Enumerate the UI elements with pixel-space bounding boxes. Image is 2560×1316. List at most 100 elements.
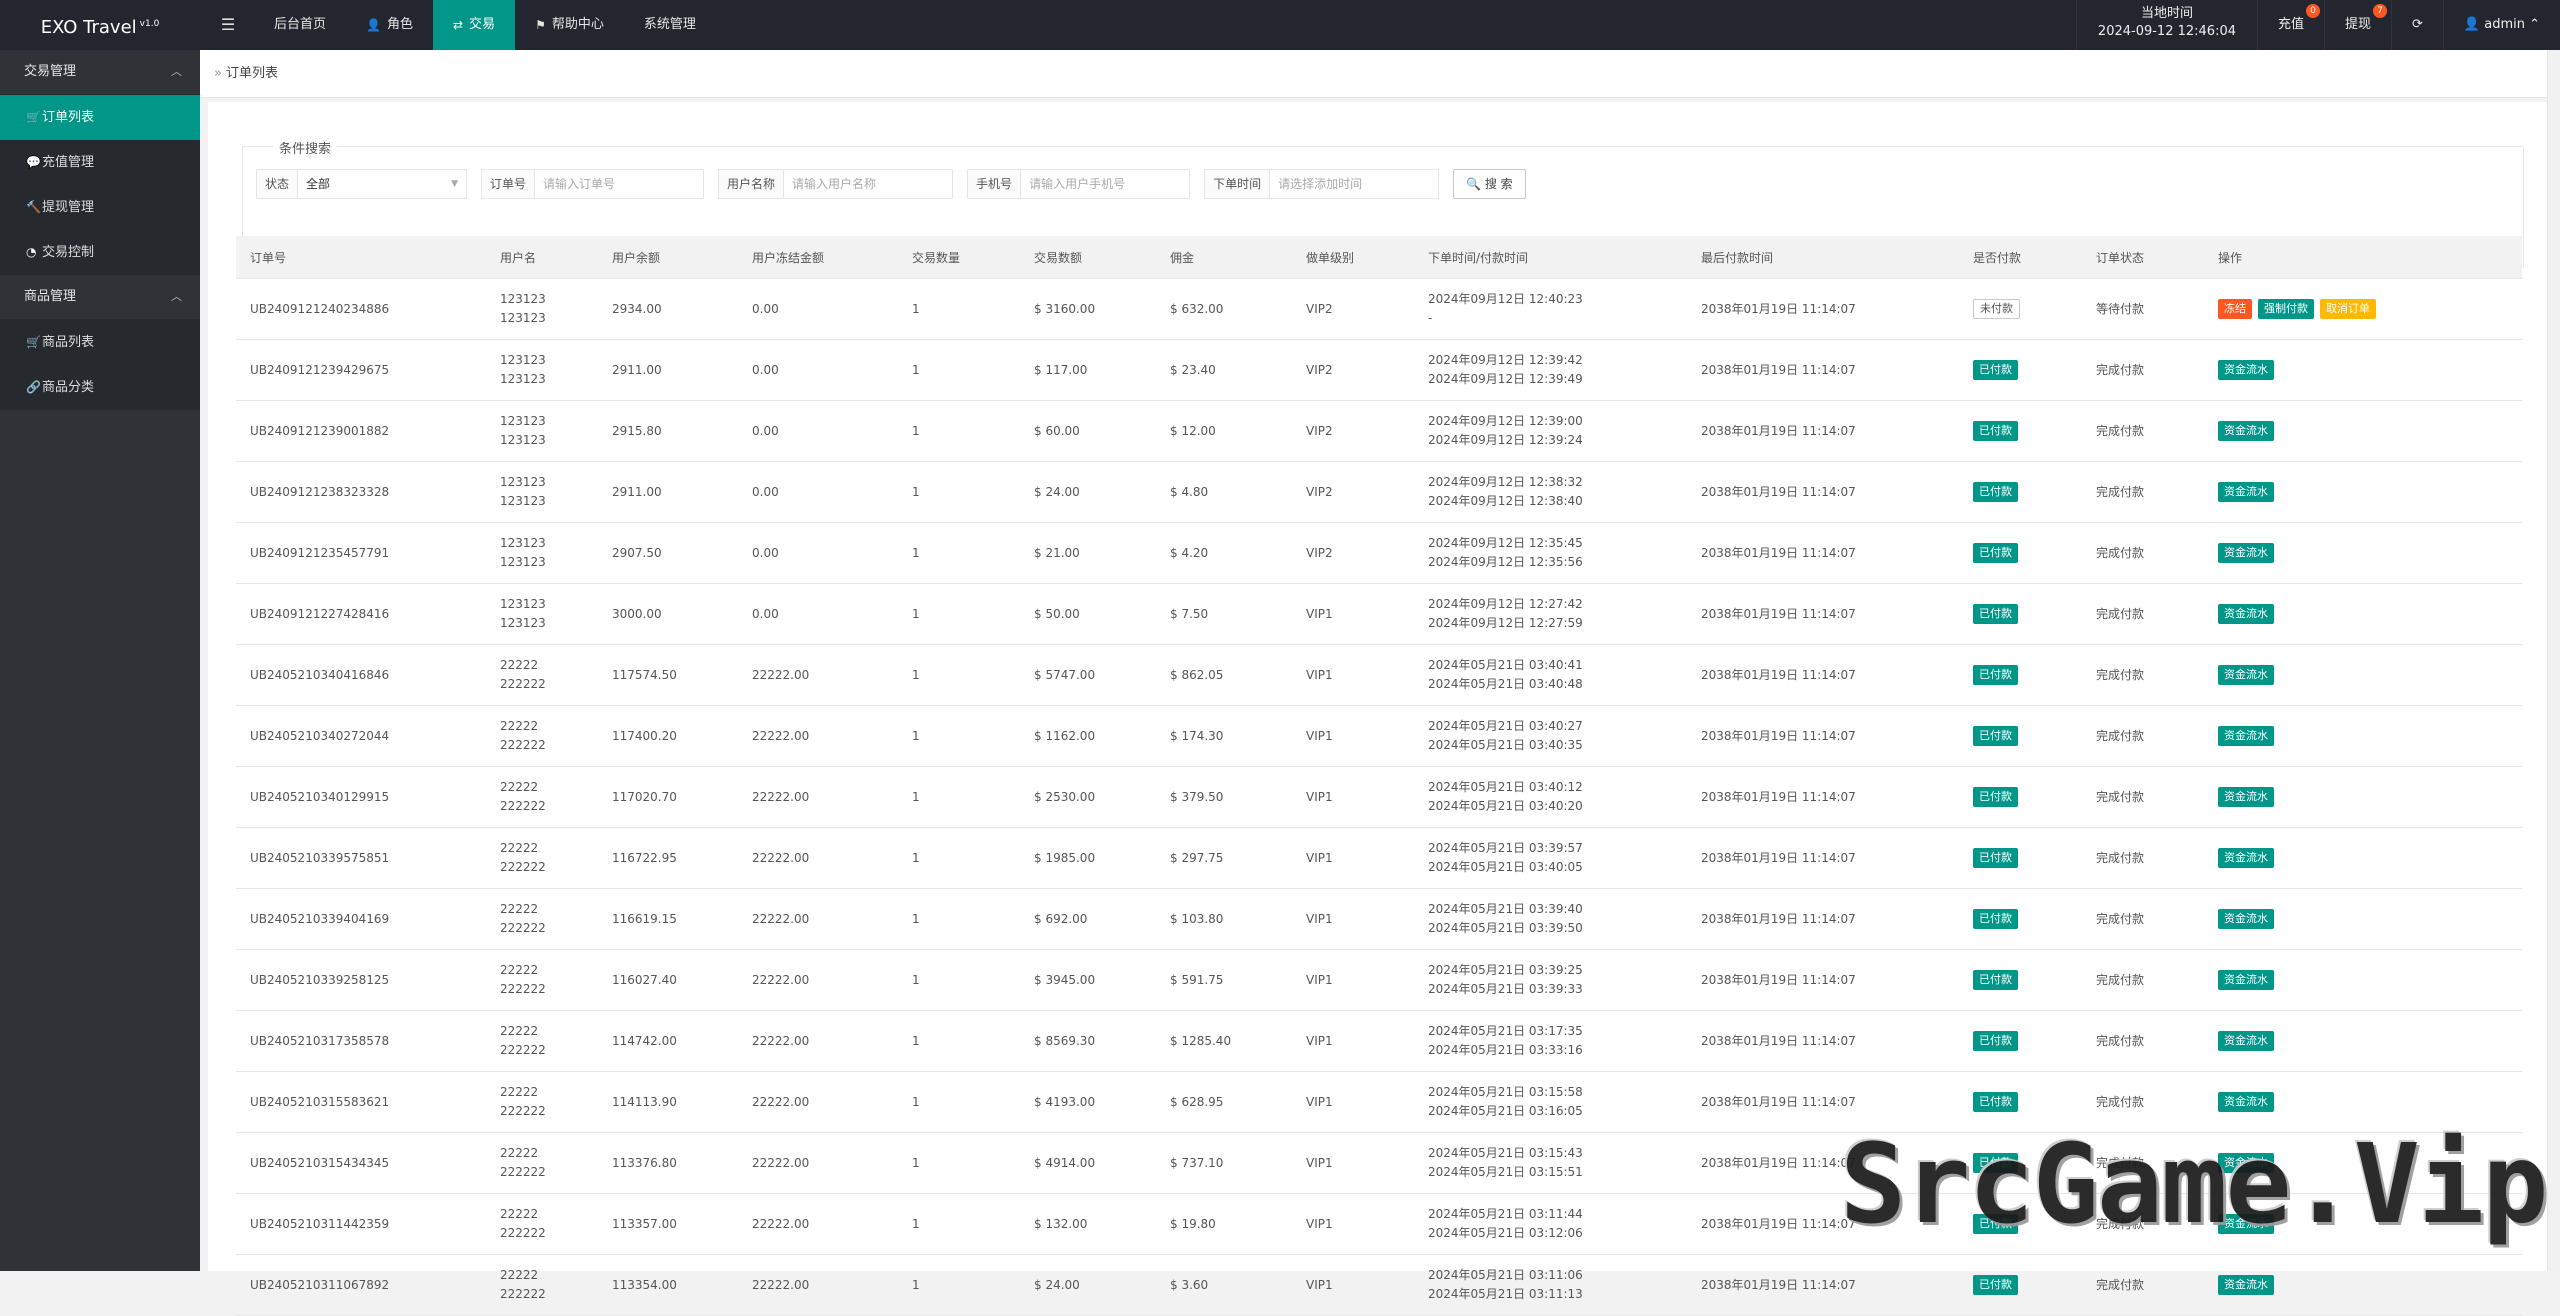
nav-help[interactable]: ⚑ 帮助中心 (515, 0, 624, 50)
table-row: UB2405210340416846 22222 222222 117574.50… (236, 644, 2522, 706)
commission: $ 7.50 (1156, 583, 1292, 645)
force-pay-button[interactable]: 强制付款 (2258, 299, 2314, 319)
freeze-button[interactable]: 冻结 (2218, 299, 2252, 319)
search-button[interactable]: 🔍 搜 索 (1453, 169, 1526, 199)
item-label: 商品分类 (42, 380, 95, 395)
status-select[interactable]: 全部 ▼ (298, 170, 466, 198)
order-input[interactable]: 请输入订单号 (535, 170, 703, 198)
fund-flow-button[interactable]: 资金流水 (2218, 1031, 2274, 1051)
username: 22222 222222 (486, 1132, 598, 1194)
last-pay-time: 2038年01月19日 11:14:07 (1687, 949, 1959, 1011)
recharge-badge: 0 (2305, 4, 2320, 18)
username-line1: 22222 (500, 1146, 539, 1160)
order-status: 完成付款 (2082, 339, 2204, 401)
fund-flow-button[interactable]: 资金流水 (2218, 482, 2274, 502)
watermark: SrcGame.Vip (1840, 1120, 2548, 1248)
withdraw-button[interactable]: 提现 7 (2323, 0, 2391, 50)
nav-trade[interactable]: ⇄ 交易 (432, 0, 516, 50)
order-time: 2024年05月21日 03:11:06 2024年05月21日 03:11:13 (1414, 1254, 1687, 1316)
frozen: 0.00 (738, 522, 898, 584)
last-pay-time: 2038年01月19日 11:14:07 (1687, 888, 1959, 950)
last-pay-time: 2038年01月19日 11:14:07 (1687, 827, 1959, 889)
table-row: UB2409121240234886 123123 123123 2934.00 … (236, 278, 2522, 340)
sidebar-item-goods-category[interactable]: 🔗商品分类 (0, 365, 200, 410)
sidebar-item-orders[interactable]: 🛒订单列表 (0, 95, 200, 140)
phone-input[interactable]: 请输入用户手机号 (1021, 170, 1189, 198)
col-frozen: 用户冻结金额 (738, 236, 898, 279)
cancel-order-button[interactable]: 取消订单 (2320, 299, 2376, 319)
balance: 113357.00 (598, 1193, 738, 1255)
fund-flow-button[interactable]: 资金流水 (2218, 848, 2274, 868)
fund-flow-button[interactable]: 资金流水 (2218, 360, 2274, 380)
username-input[interactable]: 请输入用户名称 (784, 170, 952, 198)
fund-flow-button[interactable]: 资金流水 (2218, 1092, 2274, 1112)
order-time: 2024年05月21日 03:39:57 2024年05月21日 03:40:05 (1414, 827, 1687, 889)
menu-toggle-icon[interactable]: ☰ (202, 0, 254, 50)
order-time: 2024年05月21日 03:15:58 2024年05月21日 03:16:05 (1414, 1071, 1687, 1133)
order-status: 完成付款 (2082, 1254, 2204, 1316)
refresh-icon[interactable]: ⟳ (2391, 0, 2443, 50)
frozen: 0.00 (738, 339, 898, 401)
level: VIP1 (1292, 1254, 1414, 1316)
sidebar: 交易管理 ︿ 🛒订单列表 💬充值管理 🔨提现管理 ◔ 交易控制 商品管理 ︿ 🛒商品列… (0, 50, 200, 1271)
fund-flow-button[interactable]: 资金流水 (2218, 970, 2274, 990)
fund-flow-button[interactable]: 资金流水 (2218, 543, 2274, 563)
fund-flow-button[interactable]: 资金流水 (2218, 726, 2274, 746)
username: 123123 123123 (486, 278, 598, 340)
level: VIP1 (1292, 888, 1414, 950)
sidebar-item-goods-list[interactable]: 🛒商品列表 (0, 320, 200, 365)
user-name: admin (2484, 17, 2525, 32)
order-no: UB2409121235457791 (236, 522, 486, 584)
table-row: UB2405210340272044 22222 222222 117400.20… (236, 705, 2522, 767)
order-no: UB2405210315583621 (236, 1071, 486, 1133)
sidebar-group-trade[interactable]: 交易管理 ︿ (0, 50, 200, 95)
username-line2: 222222 (500, 982, 546, 996)
col-last-pay-time: 最后付款时间 (1687, 236, 1959, 279)
username-line1: 22222 (500, 658, 539, 672)
fund-flow-button[interactable]: 资金流水 (2218, 604, 2274, 624)
nav-system[interactable]: 系统管理 (624, 0, 716, 50)
actions-cell: 资金流水 (2204, 522, 2522, 584)
sidebar-item-withdraw[interactable]: 🔨提现管理 (0, 185, 200, 230)
fund-flow-button[interactable]: 资金流水 (2218, 909, 2274, 929)
user-menu[interactable]: 👤 admin ⌃ (2442, 0, 2560, 50)
username: 22222 222222 (486, 1254, 598, 1316)
paid-badge: 已付款 (1973, 787, 2018, 807)
order-status: 完成付款 (2082, 461, 2204, 523)
level: VIP1 (1292, 583, 1414, 645)
order-time: 2024年09月12日 12:27:42 2024年09月12日 12:27:59 (1414, 583, 1687, 645)
order-time-line: 2024年05月21日 03:40:12 (1428, 780, 1583, 794)
amount: $ 50.00 (1020, 583, 1156, 645)
fund-flow-button[interactable]: 资金流水 (2218, 665, 2274, 685)
sidebar-item-recharge[interactable]: 💬充值管理 (0, 140, 200, 185)
username-line1: 22222 (500, 841, 539, 855)
order-no: UB2405210311442359 (236, 1193, 486, 1255)
fund-flow-button[interactable]: 资金流水 (2218, 1275, 2274, 1295)
table-row: UB2409121235457791 123123 123123 2907.50 … (236, 522, 2522, 584)
fund-flow-button[interactable]: 资金流水 (2218, 787, 2274, 807)
table-header-row: 订单号 用户名 用户余额 用户冻结金额 交易数量 交易数额 佣金 做单级别 下单… (236, 236, 2522, 279)
breadcrumb-current[interactable]: 订单列表 (226, 66, 278, 81)
order-time-line: 2024年05月21日 03:11:06 (1428, 1268, 1583, 1282)
nav-roles[interactable]: 👤 角色 (346, 0, 433, 50)
username-line2: 123123 (500, 616, 546, 630)
time-input[interactable]: 请选择添加时间 (1270, 170, 1438, 198)
paid-cell: 已付款 (1959, 766, 2082, 828)
username-line2: 222222 (500, 799, 546, 813)
paid-cell: 已付款 (1959, 644, 2082, 706)
amount: $ 21.00 (1020, 522, 1156, 584)
quantity: 1 (898, 278, 1020, 340)
col-amount: 交易数额 (1020, 236, 1156, 279)
recharge-button[interactable]: 充值 0 (2256, 0, 2324, 50)
app-logo[interactable]: EXO Travel v1.0 (0, 0, 200, 50)
balance: 114113.90 (598, 1071, 738, 1133)
sidebar-group-goods[interactable]: 商品管理 ︿ (0, 275, 200, 320)
quantity: 1 (898, 461, 1020, 523)
level: VIP1 (1292, 949, 1414, 1011)
scrollbar[interactable] (2547, 50, 2560, 1271)
fund-flow-button[interactable]: 资金流水 (2218, 421, 2274, 441)
order-time: 2024年09月12日 12:35:45 2024年09月12日 12:35:56 (1414, 522, 1687, 584)
nav-home[interactable]: 后台首页 (254, 0, 346, 50)
order-no: UB2409121238323328 (236, 461, 486, 523)
sidebar-item-control[interactable]: ◔ 交易控制 (0, 230, 200, 275)
